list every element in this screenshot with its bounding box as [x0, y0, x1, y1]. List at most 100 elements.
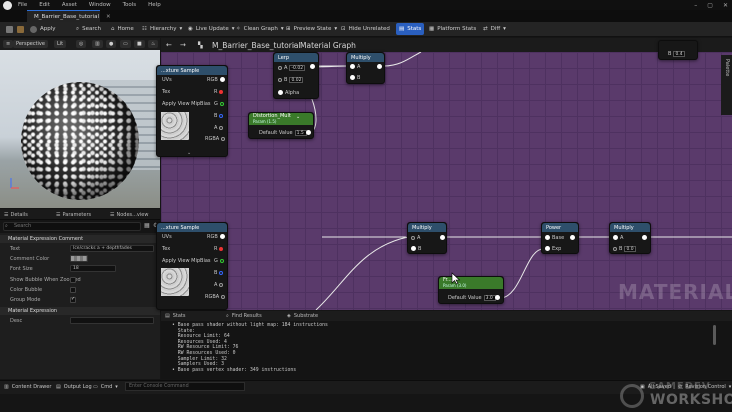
out-b[interactable]: B — [214, 112, 224, 119]
prop-text-field[interactable]: Ice/cracks a + depthfades — [70, 245, 154, 252]
pin-uvs[interactable]: UVs — [162, 76, 172, 83]
multiply-mid-output-pin[interactable] — [440, 235, 445, 240]
menu-tools[interactable]: Tools — [123, 2, 137, 8]
section-material-expression[interactable]: Material Expression — [0, 307, 160, 315]
param-bottom-value[interactable]: 3.0 — [483, 294, 496, 301]
minimize-icon[interactable]: – — [694, 2, 697, 9]
material-document-tab[interactable]: M_Barrier_Base_tutorial ✕ — [27, 10, 111, 22]
breadcrumb-child[interactable]: Material Graph — [300, 41, 356, 50]
lerp-a-value[interactable]: -0.02 — [289, 64, 306, 71]
multiply-right-b-value[interactable]: 0.0 — [624, 245, 637, 252]
tab-nodes-view[interactable]: ☰ Nodes...view — [110, 210, 148, 219]
pin-uvs[interactable]: UVs — [162, 233, 172, 240]
preview-shape-cylinder-button[interactable]: ▥ — [92, 40, 103, 48]
param-bottom-output-pin[interactable] — [495, 295, 500, 300]
preview-state-button[interactable]: ⊞ Preview State ▾ — [283, 23, 340, 35]
power-pin-exp[interactable]: Exp — [545, 245, 561, 252]
apply-button[interactable]: Apply — [27, 23, 59, 35]
lerp-pin-a[interactable]: A -0.02 — [278, 64, 306, 71]
lerp-pin-b[interactable]: B 0.02 — [278, 76, 304, 83]
multiply-mid-pin-b[interactable]: B — [411, 245, 421, 252]
close-icon[interactable]: ✕ — [723, 2, 728, 9]
multiply-top-pin-a[interactable]: A — [350, 63, 360, 70]
content-drawer-button[interactable]: ▥ Content Drawer — [4, 382, 51, 392]
lerp-output-pin[interactable] — [310, 64, 315, 69]
out-r[interactable]: R — [214, 245, 224, 252]
back-arrow-icon[interactable]: ← — [166, 41, 172, 49]
perspective-dropdown[interactable]: Perspective — [13, 40, 48, 48]
preview-shape-sphere-button[interactable]: ● — [106, 40, 117, 48]
lerp-pin-alpha[interactable]: Alpha — [278, 89, 299, 96]
out-rgba[interactable]: RGBA — [205, 135, 226, 142]
menu-help[interactable]: Help — [148, 2, 161, 8]
hierarchy-button[interactable]: ☷ Hierarchy ▾ — [139, 23, 185, 35]
lerp-b-value[interactable]: 0.02 — [289, 76, 304, 83]
multiply-right-output-pin[interactable] — [642, 235, 647, 240]
out-a[interactable]: A — [214, 281, 224, 288]
cmd-dropdown[interactable]: ▭ Cmd ▾ — [93, 382, 118, 392]
clean-graph-button[interactable]: ✧ Clean Graph ▾ — [233, 23, 287, 35]
tab-details[interactable]: ☰ Details — [4, 210, 28, 219]
distortion-output-pin[interactable] — [306, 130, 311, 135]
hide-unrelated-button[interactable]: ⊡ Hide Unrelated — [338, 23, 393, 35]
partial-node-pin-b[interactable]: B 0.4 — [668, 50, 686, 57]
live-update-button[interactable]: ◉ Live Update ▾ — [185, 23, 237, 35]
multiply-top-output-pin[interactable] — [377, 64, 382, 69]
tab-substrate[interactable]: ◈ Substrate — [287, 312, 318, 320]
group-mode-checkbox[interactable]: ✓ — [70, 296, 76, 303]
pin-tex[interactable]: Tex — [162, 88, 170, 95]
output-log-button[interactable]: ▤ Output Log — [56, 382, 92, 392]
browse-button[interactable] — [14, 23, 27, 35]
font-size-field[interactable]: 18 — [70, 265, 116, 272]
home-button[interactable]: ⌂ Home — [108, 23, 137, 35]
maximize-icon[interactable]: ▢ — [707, 2, 713, 9]
out-r[interactable]: R — [214, 88, 224, 95]
diff-button[interactable]: ⇄ Diff ▾ — [480, 23, 509, 35]
multiply-mid-pin-a[interactable]: A — [411, 234, 420, 241]
preview-mesh-button[interactable]: ♨ — [148, 40, 159, 48]
tab-find-results[interactable]: ⌕ Find Results — [226, 312, 262, 320]
comment-color-swatch[interactable] — [70, 255, 88, 262]
tab-stats[interactable]: ▤ Stats — [165, 312, 186, 320]
viewport-options-button[interactable]: ≡ — [3, 40, 14, 48]
multiply-right-pin-b[interactable]: B 0.0 — [613, 245, 637, 252]
console-command-input[interactable]: Enter Console Command — [125, 382, 245, 391]
chevron-down-icon[interactable]: ⌄ — [296, 114, 300, 120]
search-button[interactable]: ⌕ Search — [73, 23, 104, 35]
out-rgb[interactable]: RGB — [207, 76, 225, 83]
pin-apply-view-mipbias[interactable]: Apply View MipBias — [162, 257, 211, 264]
menu-file[interactable]: File — [18, 2, 27, 8]
breadcrumb-root[interactable]: M_Barrier_Base_tutorial — [212, 41, 301, 50]
show-bubble-checkbox[interactable] — [70, 277, 76, 283]
out-rgba[interactable]: RGBA — [205, 293, 226, 300]
multiply-top-pin-b[interactable]: B — [350, 74, 360, 81]
out-rgb[interactable]: RGB — [207, 233, 225, 240]
chevron-down-icon[interactable]: ⌄ — [187, 150, 191, 156]
tab-parameters[interactable]: ☰ Parameters — [56, 210, 91, 219]
out-g[interactable]: G — [214, 100, 224, 107]
desc-field[interactable] — [70, 317, 154, 324]
out-g[interactable]: G — [214, 257, 224, 264]
power-output-pin[interactable] — [570, 235, 575, 240]
distortion-default-value[interactable]: Default Value 1.5 — [259, 129, 307, 136]
pin-tex[interactable]: Tex — [162, 245, 170, 252]
param-bottom-default-value[interactable]: Default Value 3.0 — [448, 294, 496, 301]
menu-window[interactable]: Window — [89, 2, 111, 8]
forward-arrow-icon[interactable]: → — [180, 41, 186, 49]
out-b[interactable]: B — [214, 269, 224, 276]
menu-asset[interactable]: Asset — [62, 2, 77, 8]
partial-node-b-value[interactable]: 0.4 — [673, 50, 686, 57]
view-options-icon[interactable]: ▦ — [144, 222, 150, 229]
stats-button[interactable]: ▤ Stats — [396, 23, 425, 35]
show-flags-button[interactable]: ◎ — [76, 40, 87, 48]
power-pin-base[interactable]: Base — [545, 234, 564, 241]
preview-shape-plane-button[interactable]: ▭ — [120, 40, 131, 48]
menu-edit[interactable]: Edit — [39, 2, 50, 8]
tab-close-icon[interactable]: ✕ — [106, 14, 111, 20]
material-preview-viewport[interactable] — [0, 50, 160, 208]
pin-apply-view-mipbias[interactable]: Apply View MipBias — [162, 100, 211, 107]
section-material-expression-comment[interactable]: Material Expression Comment — [0, 235, 160, 243]
lit-dropdown[interactable]: Lit — [54, 40, 67, 48]
distortion-value[interactable]: 1.5 — [294, 129, 307, 136]
preview-shape-cube-button[interactable]: ■ — [134, 40, 145, 48]
